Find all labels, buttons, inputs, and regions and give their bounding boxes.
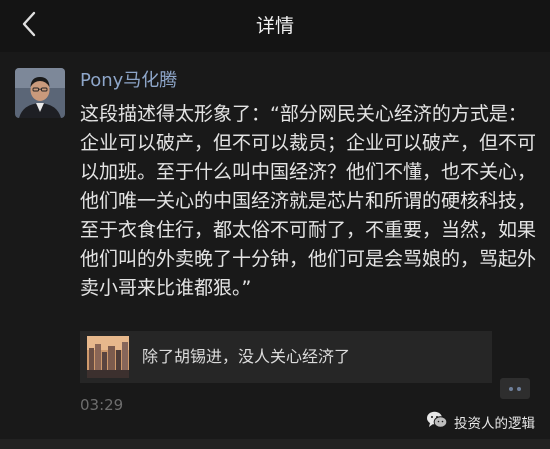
moments-detail-page: 详情 Pony马化腾 这段描述得太形象了：“部分网民关心经济的方式是：企业可以破…	[0, 0, 550, 449]
watermark: 投资人的逻辑	[426, 410, 535, 434]
shared-article-card[interactable]: 除了胡锡进，没人关心经济了	[80, 331, 492, 383]
page-title: 详情	[255, 15, 294, 37]
article-thumbnail	[87, 336, 129, 378]
top-navigation-bar: 详情	[0, 0, 550, 52]
author-name[interactable]: Pony马化腾	[80, 66, 177, 92]
article-title: 除了胡锡进，没人关心经济了	[142, 347, 351, 366]
avatar[interactable]	[15, 68, 65, 118]
watermark-text: 投资人的逻辑	[454, 416, 535, 432]
comment-area-divider	[0, 439, 550, 449]
wechat-logo-icon	[426, 410, 448, 434]
more-actions-button[interactable]	[500, 378, 530, 399]
post-text: 这段描述得太形象了：“部分网民关心经济的方式是：企业可以破产，但不可以裁员；企业…	[80, 103, 537, 299]
more-dots-icon	[509, 386, 513, 391]
post-timestamp: 03:29	[80, 396, 124, 414]
more-dot	[517, 386, 521, 391]
